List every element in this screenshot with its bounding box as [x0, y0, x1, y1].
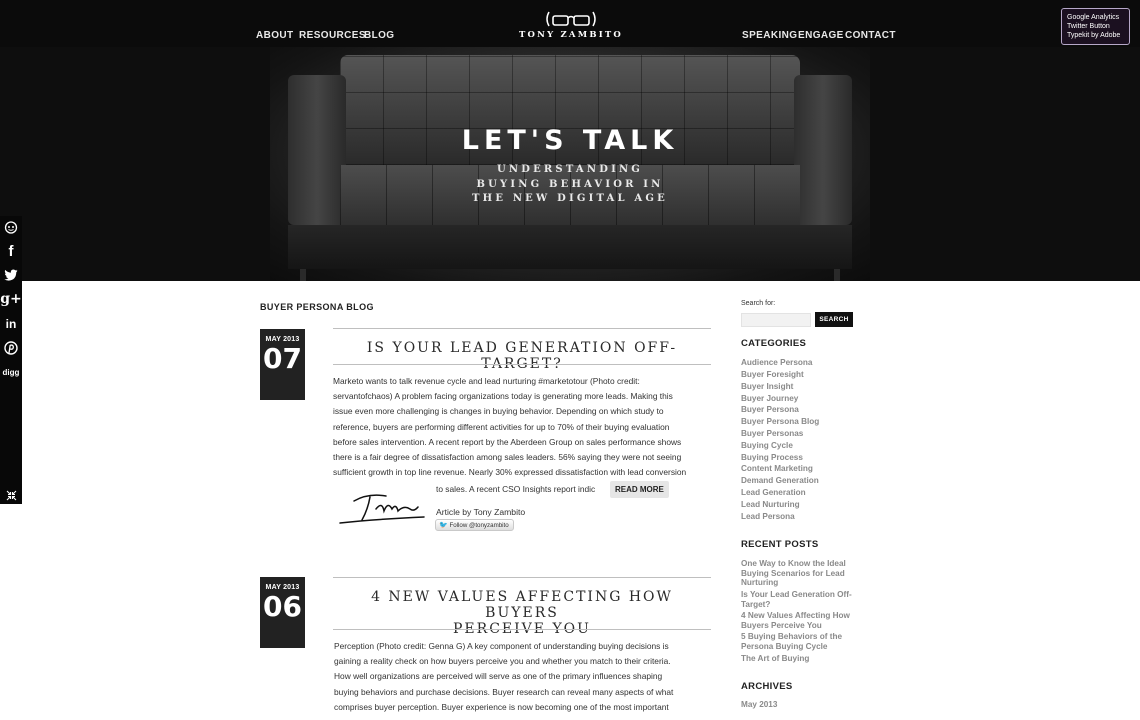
nav-engage[interactable]: ENGAGE [798, 30, 844, 41]
category-link[interactable]: Lead Persona [741, 512, 795, 521]
categories-heading: CATEGORIES [741, 338, 807, 349]
category-link[interactable]: Audience Persona [741, 358, 812, 367]
extension-item: Typekit by Adobe [1067, 32, 1121, 39]
twitter-icon[interactable] [0, 264, 22, 286]
category-link[interactable]: Buying Cycle [741, 441, 793, 450]
search-button[interactable]: SEARCH [815, 312, 853, 327]
post-title-rule [333, 364, 711, 365]
archive-link[interactable]: May 2013 [741, 700, 777, 709]
post-date-badge: MAY 2013 07 [260, 329, 305, 400]
category-link[interactable]: Buyer Journey [741, 394, 798, 403]
hero-subtitle-line: THE NEW DIGITAL AGE [472, 193, 668, 204]
recent-post-link[interactable]: Is Your Lead Generation Off-Target? [741, 590, 863, 609]
category-link[interactable]: Buyer Personas [741, 429, 803, 438]
recent-post-link[interactable]: 4 New Values Affecting How Buyers Percei… [741, 611, 863, 630]
google-plus-icon[interactable]: g+ [0, 288, 22, 310]
author-signature [339, 494, 425, 524]
glasses-icon [546, 11, 596, 27]
recent-post-link[interactable]: One Way to Know the Ideal Buying Scenari… [741, 559, 863, 588]
post-date-day: 06 [263, 590, 302, 623]
excerpt-line: before sales intervention. A recent repo… [333, 436, 682, 447]
category-link[interactable]: Lead Nurturing [741, 500, 800, 509]
extension-item: Google Analytics [1067, 14, 1120, 21]
excerpt-line: buying behaviors and purchase decisions.… [334, 686, 674, 697]
extension-badge[interactable]: Google Analytics Twitter Button Typekit … [1061, 8, 1130, 45]
recent-post-link[interactable]: The Art of Buying [741, 654, 863, 664]
category-link[interactable]: Buyer Persona Blog [741, 417, 819, 426]
excerpt-line: there is a fair degree of dissatisfactio… [333, 452, 682, 463]
archives-heading: ARCHIVES [741, 681, 793, 692]
excerpt-line: How well organizations are perceived wil… [334, 671, 663, 682]
post-title[interactable]: IS YOUR LEAD GENERATION OFF-TARGET? [333, 340, 711, 372]
excerpt-line: sufficient growth in top line revenue. N… [333, 467, 687, 478]
extension-item: Twitter Button [1067, 23, 1110, 30]
search-label: Search for: [741, 300, 776, 307]
author-byline: Article by Tony Zambito [436, 507, 526, 517]
category-link[interactable]: Lead Generation [741, 488, 806, 497]
excerpt-line: servantofchaos) A problem facing organiz… [333, 391, 673, 402]
twitter-follow-button[interactable]: 🐦 Follow @tonyzambito [435, 519, 514, 531]
hero-title: LET'S TALK [461, 125, 679, 156]
post-title-rule [333, 577, 711, 578]
nav-blog[interactable]: BLOG [364, 30, 395, 41]
nav-resources[interactable]: RESOURCES [299, 30, 366, 41]
search-input[interactable] [741, 313, 811, 327]
hero-subtitle-line: UNDERSTANDING [496, 164, 644, 175]
excerpt-line: Marketo wants to talk revenue cycle and … [333, 376, 640, 386]
reddit-icon[interactable] [0, 216, 22, 238]
excerpt-line: issue even more challenging is changes i… [333, 406, 664, 417]
recent-post-link[interactable]: 5 Buying Behaviors of the Persona Buying… [741, 632, 863, 651]
category-link[interactable]: Content Marketing [741, 464, 813, 473]
top-navigation-bar: ABOUT RESOURCES BLOG TONY ZAMBITO SPEAKI… [0, 0, 1140, 47]
blog-section-title: BUYER PERSONA BLOG [260, 302, 374, 312]
category-link[interactable]: Buyer Foresight [741, 370, 804, 379]
collapse-icon[interactable] [0, 484, 22, 506]
site-logo[interactable]: TONY ZAMBITO [516, 10, 626, 40]
nav-contact[interactable]: CONTACT [845, 30, 896, 41]
hero-subtitle-line: BUYING BEHAVIOR IN [476, 178, 664, 190]
facebook-icon[interactable]: f [0, 240, 22, 262]
hero-banner: LET'S TALK UNDERSTANDING BUYING BEHAVIOR… [0, 47, 1140, 281]
read-more-button[interactable]: READ MORE [610, 481, 669, 498]
category-link[interactable]: Buyer Insight [741, 382, 793, 391]
post-date-day: 07 [263, 342, 302, 375]
nav-about[interactable]: ABOUT [256, 30, 294, 41]
post-excerpt: Perception (Photo credit: Genna G) A key… [334, 639, 719, 715]
follow-label: Follow @tonyzambito [449, 522, 509, 529]
logo-text: TONY ZAMBITO [518, 30, 624, 40]
excerpt-line: reference, buyers are performing differe… [333, 421, 670, 432]
excerpt-tail: to sales. A recent CSO Insights report i… [436, 484, 596, 494]
social-share-bar: f g+ in digg [0, 216, 22, 504]
recent-posts-heading: RECENT POSTS [741, 539, 819, 550]
post-excerpt: Marketo wants to talk revenue cycle and … [333, 374, 718, 480]
post-date-badge: MAY 2013 06 [260, 577, 305, 648]
linkedin-icon[interactable]: in [0, 313, 22, 335]
hero-subtitle: UNDERSTANDING BUYING BEHAVIOR IN THE NEW… [440, 163, 700, 207]
category-link[interactable]: Buying Process [741, 453, 803, 462]
excerpt-line: gaining a reality check on how buyers pe… [334, 656, 671, 667]
post-title-rule [333, 629, 711, 630]
digg-icon[interactable]: digg [0, 361, 22, 383]
post-title-line: 4 NEW VALUES AFFECTING HOW BUYERS [371, 589, 673, 621]
excerpt-line: comprises buyer perception. Buyer experi… [334, 701, 669, 712]
twitter-bird-icon: 🐦 [439, 522, 448, 529]
category-link[interactable]: Buyer Persona [741, 405, 799, 414]
nav-speaking[interactable]: SPEAKING [742, 30, 797, 41]
category-link[interactable]: Demand Generation [741, 476, 819, 485]
pinterest-icon[interactable] [0, 337, 22, 359]
post-title-rule [333, 328, 711, 329]
excerpt-line: Perception (Photo credit: Genna G) A key… [334, 641, 669, 651]
